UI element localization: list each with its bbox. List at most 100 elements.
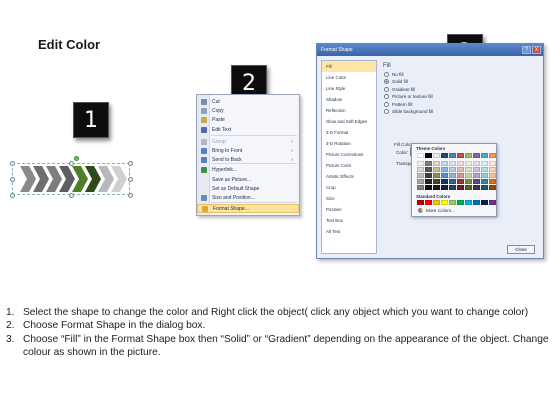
color-swatch[interactable] [481, 185, 488, 190]
context-menu-item[interactable]: Bring to Front › [197, 146, 299, 155]
color-swatch[interactable] [465, 167, 472, 172]
more-colors-item[interactable]: More Colors... [418, 208, 455, 213]
color-swatch[interactable] [417, 179, 424, 184]
color-swatch[interactable] [417, 153, 424, 158]
color-swatch[interactable] [441, 200, 448, 205]
color-swatch[interactable] [465, 185, 472, 190]
color-swatch[interactable] [473, 167, 480, 172]
color-swatch[interactable] [425, 173, 432, 178]
context-menu-item[interactable]: Group › [197, 137, 299, 146]
color-swatch[interactable] [425, 200, 432, 205]
close-x-button[interactable]: X [532, 46, 541, 54]
category-item[interactable]: Picture Color [322, 160, 376, 171]
color-swatch[interactable] [425, 153, 432, 158]
color-swatch[interactable] [441, 167, 448, 172]
color-swatch[interactable] [449, 161, 456, 166]
color-swatch[interactable] [417, 167, 424, 172]
color-swatch[interactable] [417, 185, 424, 190]
color-swatch[interactable] [473, 161, 480, 166]
context-menu-item[interactable]: Size and Position... [197, 193, 299, 202]
color-swatch[interactable] [481, 200, 488, 205]
resize-handle[interactable] [10, 161, 15, 166]
color-swatch[interactable] [481, 167, 488, 172]
context-menu-item[interactable]: Save as Picture... [197, 175, 299, 184]
rotation-handle[interactable] [74, 156, 79, 161]
category-item[interactable]: Crop [322, 182, 376, 193]
color-swatch[interactable] [457, 173, 464, 178]
color-swatch[interactable] [425, 185, 432, 190]
color-swatch[interactable] [465, 173, 472, 178]
radio-button[interactable] [384, 94, 389, 100]
color-swatch[interactable] [489, 153, 496, 158]
color-swatch[interactable] [489, 200, 496, 205]
context-menu-item[interactable]: Edit Text [197, 125, 299, 134]
color-swatch[interactable] [441, 153, 448, 158]
selected-chevron-shape[interactable] [10, 156, 140, 202]
color-swatch[interactable] [465, 153, 472, 158]
fill-option[interactable]: Gradient fill [384, 86, 415, 92]
color-swatch[interactable] [425, 179, 432, 184]
radio-button[interactable] [384, 101, 389, 107]
color-swatch[interactable] [473, 173, 480, 178]
context-menu-item[interactable]: Set as Default Shape [197, 184, 299, 193]
color-swatch[interactable] [457, 200, 464, 205]
color-swatch[interactable] [441, 179, 448, 184]
color-swatch[interactable] [433, 185, 440, 190]
category-item[interactable]: Picture Corrections [322, 149, 376, 160]
category-item[interactable]: Fill [322, 61, 376, 72]
resize-handle[interactable] [69, 193, 74, 198]
category-item[interactable]: 3-D Rotation [322, 138, 376, 149]
color-swatch[interactable] [489, 161, 496, 166]
color-swatch[interactable] [473, 153, 480, 158]
color-swatch[interactable] [481, 173, 488, 178]
color-swatch[interactable] [433, 179, 440, 184]
color-swatch[interactable] [417, 200, 424, 205]
fill-option[interactable]: Picture or texture fill [384, 94, 433, 100]
close-button[interactable]: Close [507, 245, 535, 254]
category-item[interactable]: 3-D Format [322, 127, 376, 138]
color-swatch[interactable] [441, 161, 448, 166]
fill-option[interactable]: Solid fill [384, 79, 408, 85]
resize-handle[interactable] [128, 193, 133, 198]
color-swatch[interactable] [481, 153, 488, 158]
category-item[interactable]: Text Box [322, 215, 376, 226]
color-swatch[interactable] [457, 185, 464, 190]
resize-handle[interactable] [10, 193, 15, 198]
fill-option[interactable]: Slide background fill [384, 109, 433, 114]
fill-option[interactable]: Pattern fill [384, 101, 412, 107]
color-swatch[interactable] [449, 185, 456, 190]
color-swatch[interactable] [449, 167, 456, 172]
category-item[interactable]: Alt Text [322, 226, 376, 237]
color-swatch[interactable] [441, 173, 448, 178]
color-swatch[interactable] [457, 153, 464, 158]
chevron-arrows[interactable] [10, 160, 140, 202]
context-menu-item[interactable]: Hyperlink... [197, 165, 299, 174]
category-item[interactable]: Reflection [322, 105, 376, 116]
category-item[interactable]: Artistic Effects [322, 171, 376, 182]
color-swatch[interactable] [449, 153, 456, 158]
color-swatch[interactable] [489, 167, 496, 172]
color-swatch[interactable] [433, 200, 440, 205]
color-swatch[interactable] [465, 179, 472, 184]
resize-handle[interactable] [128, 177, 133, 182]
color-swatch[interactable] [465, 161, 472, 166]
color-swatch[interactable] [473, 200, 480, 205]
color-swatch[interactable] [417, 161, 424, 166]
category-item[interactable]: Size [322, 193, 376, 204]
color-swatch[interactable] [457, 179, 464, 184]
color-swatch[interactable] [417, 173, 424, 178]
context-menu-item[interactable]: Cut [197, 97, 299, 106]
color-swatch[interactable] [465, 200, 472, 205]
color-swatch[interactable] [473, 185, 480, 190]
color-swatch[interactable] [449, 173, 456, 178]
resize-handle[interactable] [128, 161, 133, 166]
resize-handle[interactable] [10, 177, 15, 182]
category-item[interactable]: Shadow [322, 94, 376, 105]
color-swatch[interactable] [481, 161, 488, 166]
category-item[interactable]: Line Color [322, 72, 376, 83]
color-swatch[interactable] [433, 167, 440, 172]
color-swatch[interactable] [425, 167, 432, 172]
color-swatch[interactable] [425, 161, 432, 166]
radio-button[interactable] [384, 109, 389, 114]
radio-button[interactable] [384, 72, 389, 77]
